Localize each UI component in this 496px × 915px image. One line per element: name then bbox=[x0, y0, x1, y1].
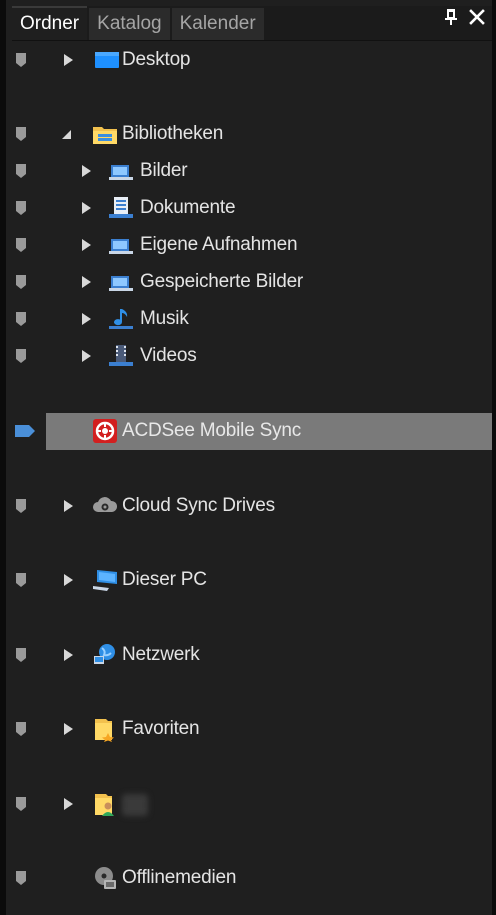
expand-arrow-icon[interactable] bbox=[80, 312, 92, 326]
offline-media-icon bbox=[95, 867, 116, 889]
acdsee-mobile-sync-icon bbox=[93, 419, 117, 443]
tree-item-desktop[interactable]: Desktop bbox=[6, 42, 492, 79]
tree-item-label: Bibliotheken bbox=[122, 123, 224, 144]
pin-marker-icon[interactable] bbox=[16, 797, 26, 811]
tree-item-label: Dieser PC bbox=[122, 569, 207, 590]
expand-arrow-icon[interactable] bbox=[62, 573, 74, 587]
tree-item-user-folder[interactable] bbox=[6, 786, 492, 823]
saved-pictures-library-icon bbox=[109, 276, 133, 291]
documents-library-icon bbox=[109, 197, 133, 218]
tree-item-label: Gespeicherte Bilder bbox=[140, 271, 304, 292]
expand-arrow-icon[interactable] bbox=[62, 648, 74, 662]
close-icon bbox=[469, 9, 485, 25]
tree-item-bibliotheken[interactable]: Bibliotheken bbox=[6, 116, 492, 153]
tree-item-cloud-sync-drives[interactable]: Cloud Sync Drives bbox=[6, 488, 492, 525]
blurred-user-name bbox=[122, 794, 148, 816]
desktop-icon bbox=[95, 52, 119, 68]
pin-marker-icon[interactable] bbox=[16, 127, 26, 141]
expand-arrow-icon[interactable] bbox=[62, 499, 74, 513]
tree-item-acdsee-mobile-sync[interactable]: ACDSee Mobile Sync bbox=[6, 413, 492, 450]
tree-item-eigene-aufnahmen[interactable]: Eigene Aufnahmen bbox=[6, 227, 492, 264]
pin-marker-icon[interactable] bbox=[16, 238, 26, 252]
expand-arrow-icon[interactable] bbox=[80, 201, 92, 215]
pin-marker-icon[interactable] bbox=[16, 573, 26, 587]
pin-marker-icon[interactable] bbox=[16, 53, 26, 67]
recordings-library-icon bbox=[109, 239, 133, 254]
tab-ordner[interactable]: Ordner bbox=[12, 6, 88, 40]
pin-marker-icon[interactable] bbox=[16, 275, 26, 289]
pin-marker-icon[interactable] bbox=[16, 201, 26, 215]
network-icon bbox=[94, 644, 115, 664]
pin-icon bbox=[445, 9, 457, 25]
tree-item-dieser-pc[interactable]: Dieser PC bbox=[6, 562, 492, 599]
tree-item-netzwerk[interactable]: Netzwerk bbox=[6, 637, 492, 674]
pictures-library-icon bbox=[109, 165, 133, 180]
videos-library-icon bbox=[109, 345, 133, 366]
pin-marker-icon[interactable] bbox=[16, 648, 26, 662]
expand-arrow-icon[interactable] bbox=[80, 349, 92, 363]
cloud-drive-icon bbox=[93, 497, 118, 512]
tree-item-label: Videos bbox=[140, 345, 197, 366]
pin-panel-button[interactable] bbox=[440, 4, 462, 30]
tab-kalender[interactable]: Kalender bbox=[171, 8, 264, 40]
tree-item-label: Musik bbox=[140, 308, 189, 329]
tree-item-label: ACDSee Mobile Sync bbox=[122, 420, 302, 441]
tree-item-label: Netzwerk bbox=[122, 644, 200, 665]
favorites-folder-icon bbox=[95, 719, 114, 742]
tree-item-label: Desktop bbox=[122, 49, 191, 70]
tree-item-label: Favoriten bbox=[122, 718, 200, 739]
tree-item-label: Dokumente bbox=[140, 197, 236, 218]
tree-item-label: Eigene Aufnahmen bbox=[140, 234, 298, 255]
user-folder-icon bbox=[95, 794, 114, 816]
expand-arrow-icon[interactable] bbox=[62, 722, 74, 736]
pin-marker-icon[interactable] bbox=[16, 312, 26, 326]
tree-item-favoriten[interactable]: Favoriten bbox=[6, 711, 492, 748]
pin-marker-icon[interactable] bbox=[16, 499, 26, 513]
tree-item-videos[interactable]: Videos bbox=[6, 338, 492, 375]
expand-arrow-icon[interactable] bbox=[80, 238, 92, 252]
pin-marker-icon[interactable] bbox=[16, 349, 26, 363]
tree-item-label: Offlinemedien bbox=[122, 867, 237, 888]
tree-item-offlinemedien[interactable]: Offlinemedien bbox=[6, 860, 492, 897]
pin-marker-selected-icon[interactable] bbox=[15, 425, 35, 437]
tree-item-label: Cloud Sync Drives bbox=[122, 495, 275, 516]
folder-panel: Ordner Katalog Kalender Desktop Biblioth… bbox=[0, 0, 496, 915]
pin-marker-icon[interactable] bbox=[16, 722, 26, 736]
pin-marker-icon[interactable] bbox=[16, 871, 26, 885]
tree-item-label: Bilder bbox=[140, 160, 188, 181]
tree-item-gespeicherte-bilder[interactable]: Gespeicherte Bilder bbox=[6, 264, 492, 301]
collapse-arrow-icon[interactable] bbox=[60, 127, 72, 141]
library-folder-icon bbox=[93, 127, 117, 144]
tree-item-dokumente[interactable]: Dokumente bbox=[6, 190, 492, 227]
expand-arrow-icon[interactable] bbox=[62, 797, 74, 811]
tab-bar: Ordner Katalog Kalender bbox=[12, 6, 492, 41]
tab-katalog[interactable]: Katalog bbox=[89, 8, 170, 40]
tree-item-bilder[interactable]: Bilder bbox=[6, 153, 492, 190]
music-library-icon bbox=[109, 309, 133, 329]
tree-item-musik[interactable]: Musik bbox=[6, 301, 492, 338]
this-pc-icon bbox=[93, 570, 117, 591]
expand-arrow-icon[interactable] bbox=[62, 53, 74, 67]
expand-arrow-icon[interactable] bbox=[80, 275, 92, 289]
pin-marker-icon[interactable] bbox=[16, 164, 26, 178]
expand-arrow-icon[interactable] bbox=[80, 164, 92, 178]
close-panel-button[interactable] bbox=[466, 4, 488, 30]
